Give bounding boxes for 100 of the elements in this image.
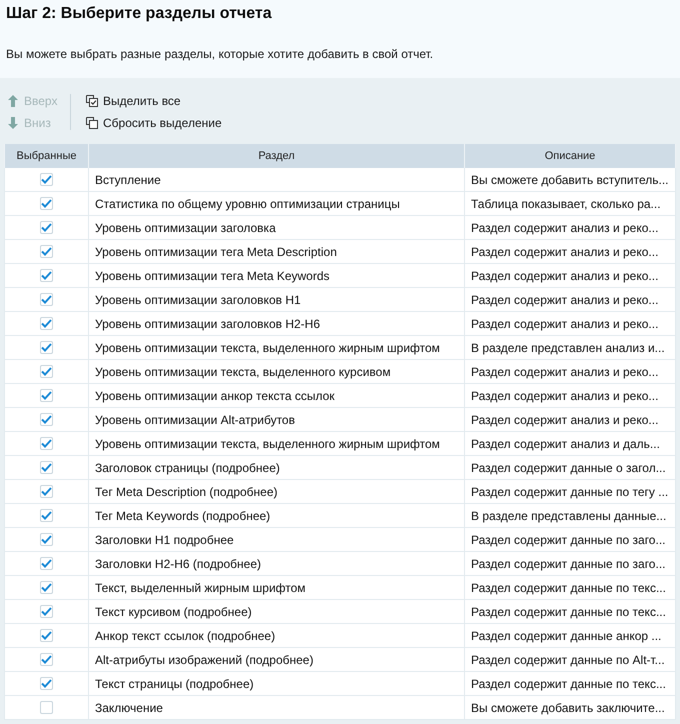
table-cell: Уровень оптимизации заголовков H2-H6: [89, 312, 465, 336]
table-cell: Раздел содержит анализ и реко...: [465, 264, 676, 288]
check-icon: [41, 343, 52, 352]
table-cell: В разделе представлены данные...: [465, 504, 676, 528]
table-cell: Раздел содержит анализ и реко...: [465, 360, 676, 384]
table-cell: Раздел содержит анализ и реко...: [465, 288, 676, 312]
check-icon: [41, 463, 52, 472]
table-cell: Раздел содержит данные по тегу ...: [465, 480, 676, 504]
checkbox[interactable]: [40, 629, 53, 642]
table-cell: Раздел содержит данные по текс...: [465, 672, 676, 696]
table-cell: Уровень оптимизации заголовка: [89, 216, 465, 240]
table-cell: Заключение: [89, 696, 465, 720]
instructions-text: Вы можете выбрать разные разделы, которые хотите добавить в свой отчет.: [6, 46, 434, 62]
table-cell: Уровень оптимизации тега Meta Keywords: [89, 264, 465, 288]
table-cell: Текст страницы (подробнее): [89, 672, 465, 696]
table-cell: Раздел содержит анализ и реко...: [465, 240, 676, 264]
table-cell: Вы сможете добавить вступитель...: [465, 168, 676, 192]
check-icon: [41, 679, 52, 688]
checkbox[interactable]: [40, 365, 53, 378]
checkbox[interactable]: [40, 533, 53, 546]
column-header[interactable]: Раздел: [89, 144, 465, 168]
select-all-icon: [86, 95, 98, 107]
check-icon: [41, 199, 52, 208]
table-cell: Раздел содержит данные по заго...: [465, 552, 676, 576]
table-cell: Уровень оптимизации анкор текста ссылок: [89, 384, 465, 408]
table-cell: Заголовки H2-H6 (подробнее): [89, 552, 465, 576]
check-icon: [41, 391, 52, 400]
select-all-button[interactable]: Выделить все: [82, 92, 185, 110]
table-cell: Заголовок страницы (подробнее): [89, 456, 465, 480]
check-icon: [41, 271, 52, 280]
check-icon: [41, 511, 52, 520]
check-icon: [41, 607, 52, 616]
table-cell: Уровень оптимизации заголовков H1: [89, 288, 465, 312]
table-cell: Уровень оптимизации текста, выделенного жирным шрифтом: [89, 336, 465, 360]
down-arrow-icon: [8, 117, 18, 129]
checkbox[interactable]: [40, 389, 53, 402]
checkbox[interactable]: [40, 701, 53, 714]
checkbox[interactable]: [40, 437, 53, 450]
check-icon: [41, 223, 52, 232]
table-cell: Раздел содержит данные о загол...: [465, 456, 676, 480]
table-cell: Раздел содержит анализ и реко...: [465, 216, 676, 240]
table-cell: Вступление: [89, 168, 465, 192]
checkbox[interactable]: [40, 293, 53, 306]
table-cell: Заголовки H1 подробнее: [89, 528, 465, 552]
table-cell: Раздел содержит данные анкор ...: [465, 624, 676, 648]
checkbox[interactable]: [40, 509, 53, 522]
table-cell: Уровень оптимизации текста, выделенного курсивом: [89, 360, 465, 384]
table-cell: Раздел содержит данные по заго...: [465, 528, 676, 552]
table-cell: Alt-атрибуты изображений (подробнее): [89, 648, 465, 672]
table-cell: Тег Meta Keywords (подробнее): [89, 504, 465, 528]
check-icon: [41, 415, 52, 424]
table-cell: Тег Meta Description (подробнее): [89, 480, 465, 504]
check-icon: [41, 559, 52, 568]
check-icon: [41, 655, 52, 664]
table-cell: Текст, выделенный жирным шрифтом: [89, 576, 465, 600]
table-cell: Раздел содержит анализ и реко...: [465, 408, 676, 432]
checkbox[interactable]: [40, 557, 53, 570]
check-icon: [41, 175, 52, 184]
table-cell: Вы сможете добавить заключите...: [465, 696, 676, 720]
column-header[interactable]: Выбранные: [4, 144, 89, 168]
check-icon: [41, 631, 52, 640]
up-arrow-icon: [8, 95, 18, 107]
checkbox[interactable]: [40, 581, 53, 594]
check-icon: [41, 535, 52, 544]
checkbox[interactable]: [40, 605, 53, 618]
checkbox[interactable]: [40, 173, 53, 186]
checkbox[interactable]: [40, 653, 53, 666]
table-cell: Уровень оптимизации Alt-атрибутов: [89, 408, 465, 432]
table-cell: Уровень оптимизации текста, выделенного жирным шрифтом: [89, 432, 465, 456]
checkbox[interactable]: [40, 245, 53, 258]
table-cell: Таблица показывает, сколько ра...: [465, 192, 676, 216]
table-cell: Раздел содержит анализ и даль...: [465, 432, 676, 456]
checkbox[interactable]: [40, 221, 53, 234]
check-icon: [41, 295, 52, 304]
table-cell: Раздел содержит данные по текс...: [465, 600, 676, 624]
table-cell: В разделе представлен анализ и...: [465, 336, 676, 360]
checkbox[interactable]: [40, 461, 53, 474]
checkbox[interactable]: [40, 677, 53, 690]
checkbox[interactable]: [40, 413, 53, 426]
check-icon: [41, 319, 52, 328]
table-cell: Раздел содержит анализ и реко...: [465, 384, 676, 408]
table-cell: Текст курсивом (подробнее): [89, 600, 465, 624]
table-cell: Анкор текст ссылок (подробнее): [89, 624, 465, 648]
clear-selection-button[interactable]: Сбросить выделение: [82, 114, 226, 132]
checkbox[interactable]: [40, 485, 53, 498]
checkbox[interactable]: [40, 197, 53, 210]
deselect-icon: [86, 117, 98, 129]
check-icon: [41, 247, 52, 256]
table-cell: Раздел содержит анализ и реко...: [465, 312, 676, 336]
check-icon: [41, 439, 52, 448]
table-cell: Статистика по общему уровню оптимизации страницы: [89, 192, 465, 216]
column-header[interactable]: Описание: [465, 144, 676, 168]
checkbox[interactable]: [40, 341, 53, 354]
table-cell: Уровень оптимизации тега Meta Description: [89, 240, 465, 264]
check-icon: [41, 367, 52, 376]
table-cell: Раздел содержит данные по Alt-т...: [465, 648, 676, 672]
checkbox[interactable]: [40, 317, 53, 330]
checkbox[interactable]: [40, 269, 53, 282]
page-title: Шаг 2: Выберите разделы отчета: [6, 4, 273, 24]
check-icon: [41, 487, 52, 496]
